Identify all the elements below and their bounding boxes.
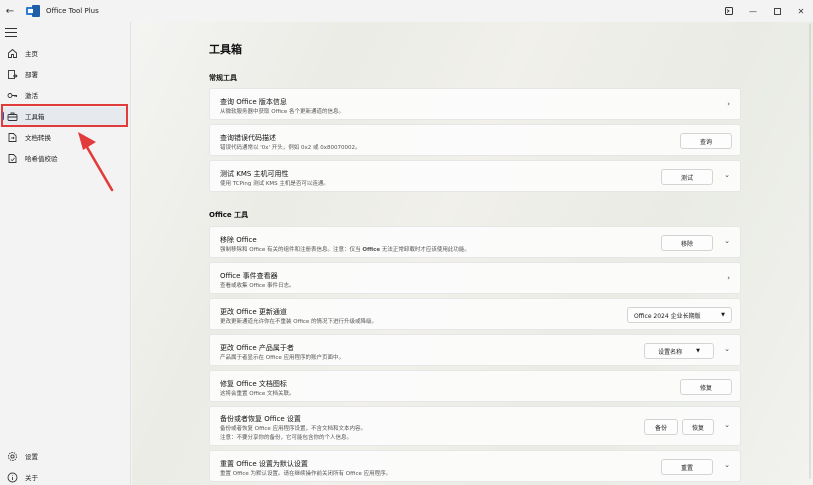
card-event-viewer[interactable]: Office 事件查看器 查看或收集 Office 事件日志。 › [209,262,741,294]
card-desc: 强制移除和 Office 有关的组件和注册表信息。注意：仅当 Office 无法… [220,247,470,253]
card-desc: 产品属于者显示在 Office 应用程序的账户页面中。 [220,355,345,361]
info-icon [6,471,18,483]
chevron-down-icon[interactable]: ⌄ [724,345,730,353]
set-name-button[interactable]: 设置名称 ▼ [644,343,714,359]
card-title: 备份或者恢复 Office 设置 [220,415,301,423]
deploy-icon [6,68,18,80]
annotation-highlight-box [1,104,128,127]
restore-button[interactable]: 恢复 [682,419,714,435]
reset-button[interactable]: 重置 [661,459,713,475]
card-title: 更改 Office 更新通道 [220,308,287,316]
maximize-icon[interactable] [765,0,789,22]
remove-button[interactable]: 移除 [661,235,713,251]
hash-check-icon [6,152,18,164]
backup-button[interactable]: 备份 [644,419,678,435]
card-desc: 从微软服务器中获取 Office 各个更新通道的信息。 [220,109,345,115]
office-logo-icon [26,5,40,17]
card-title: 重置 Office 设置为默认设置 [220,460,308,468]
card-title: Office 事件查看器 [220,272,278,280]
card-version-info[interactable]: 查询 Office 版本信息 从微软服务器中获取 Office 各个更新通道的信… [209,88,741,120]
app-title: Office Tool Plus [46,7,99,15]
dropdown-arrow-icon: ▼ [721,312,725,318]
card-desc-note: 注意：不要分享你的备份，它可能包含你的个人信息。 [220,435,353,441]
document-convert-icon [6,131,18,143]
card-repair-icons: 修复 Office 文档图标 这将会重置 Office 文档关联。 修复 [209,370,741,402]
card-remove-office: 移除 Office 强制移除和 Office 有关的组件和注册表信息。注意：仅当… [209,226,741,258]
sidebar-item-home[interactable]: 主页 [2,44,128,62]
minimize-icon[interactable]: — [741,0,765,22]
card-desc: 查看或收集 Office 事件日志。 [220,283,295,289]
sidebar-item-about[interactable]: 关于 [2,468,128,485]
sidebar-item-label: 关于 [25,474,38,482]
section-title-general: 常规工具 [209,74,237,82]
card-desc: 错误代码通常以 '0x' 开头，例如 0x2 或 0x80070002。 [220,145,361,151]
chevron-down-icon[interactable]: ⌄ [724,171,730,179]
gear-icon [6,450,18,462]
sidebar-item-label: 哈希值校验 [25,155,58,163]
chevron-down-icon[interactable]: ⌄ [724,421,730,429]
card-title: 修复 Office 文档图标 [220,380,287,388]
card-desc: 这将会重置 Office 文档关联。 [220,391,295,397]
chevron-right-icon[interactable]: › [727,274,730,282]
hamburger-menu-icon[interactable] [5,28,17,38]
card-desc: 备份或者恢复 Office 应用程序设置，不含文档和文本内容。 [220,426,367,432]
update-channel-dropdown[interactable]: Office 2024 企业长期版 ▼ [627,307,732,323]
title-bar: ← Office Tool Plus — ✕ [0,0,813,22]
card-title: 移除 Office [220,236,257,244]
test-button[interactable]: 测试 [661,169,713,185]
sidebar-item-label: 部署 [25,71,38,79]
card-owner: 更改 Office 产品属于者 产品属于者显示在 Office 应用程序的账户页… [209,334,741,366]
card-kms-test: 测试 KMS 主机可用性 使用 TCPing 测试 KMS 主机是否可以连通。 … [209,160,741,192]
vertical-scrollbar[interactable] [809,24,811,479]
page-title: 工具箱 [209,43,242,56]
card-title: 更改 Office 产品属于者 [220,344,294,352]
card-title: 查询 Office 版本信息 [220,98,287,106]
back-arrow-icon[interactable]: ← [0,0,20,22]
main-content: 工具箱 常规工具 查询 Office 版本信息 从微软服务器中获取 Office… [132,22,813,485]
sidebar-item-label: 主页 [25,50,38,58]
card-title: 查询错误代码描述 [220,134,276,142]
card-desc: 重置 Office 为默认设置。请在继续操作前关闭所有 Office 应用程序。 [220,471,392,477]
sidebar-item-settings[interactable]: 设置 [2,447,128,465]
close-icon[interactable]: ✕ [789,0,813,22]
card-desc: 使用 TCPing 测试 KMS 主机是否可以连通。 [220,181,329,187]
card-error-code: 查询错误代码描述 错误代码通常以 '0x' 开头，例如 0x2 或 0x8007… [209,124,741,156]
sidebar-item-label: 文档转换 [25,134,51,142]
card-reset: 重置 Office 设置为默认设置 重置 Office 为默认设置。请在继续操作… [209,450,741,482]
sidebar-item-activate[interactable]: 激活 [2,86,128,104]
chevron-right-icon[interactable]: › [727,100,730,108]
card-desc: 更改更新通道允许你在不重装 Office 的情况下进行升级或降级。 [220,319,378,325]
sidebar: 主页 部署 激活 工具箱 文档转换 哈希值校验 设置 关于 [0,22,131,485]
annotation-arrow [78,132,114,192]
terminal-icon[interactable] [717,0,741,22]
card-title: 测试 KMS 主机可用性 [220,170,289,178]
home-icon [6,47,18,59]
repair-button[interactable]: 修复 [680,379,732,395]
section-title-office: Office 工具 [209,211,249,219]
chevron-down-icon[interactable]: ⌄ [724,461,730,469]
sidebar-item-label: 设置 [25,453,38,461]
key-icon [6,89,18,101]
sidebar-item-label: 激活 [25,92,38,100]
sidebar-item-deploy[interactable]: 部署 [2,65,128,83]
card-backup: 备份或者恢复 Office 设置 备份或者恢复 Office 应用程序设置，不含… [209,406,741,446]
dropdown-arrow-icon: ▼ [696,348,700,354]
query-button[interactable]: 查询 [680,133,732,149]
chevron-down-icon[interactable]: ⌄ [724,237,730,245]
card-update-channel: 更改 Office 更新通道 更改更新通道允许你在不重装 Office 的情况下… [209,298,741,330]
